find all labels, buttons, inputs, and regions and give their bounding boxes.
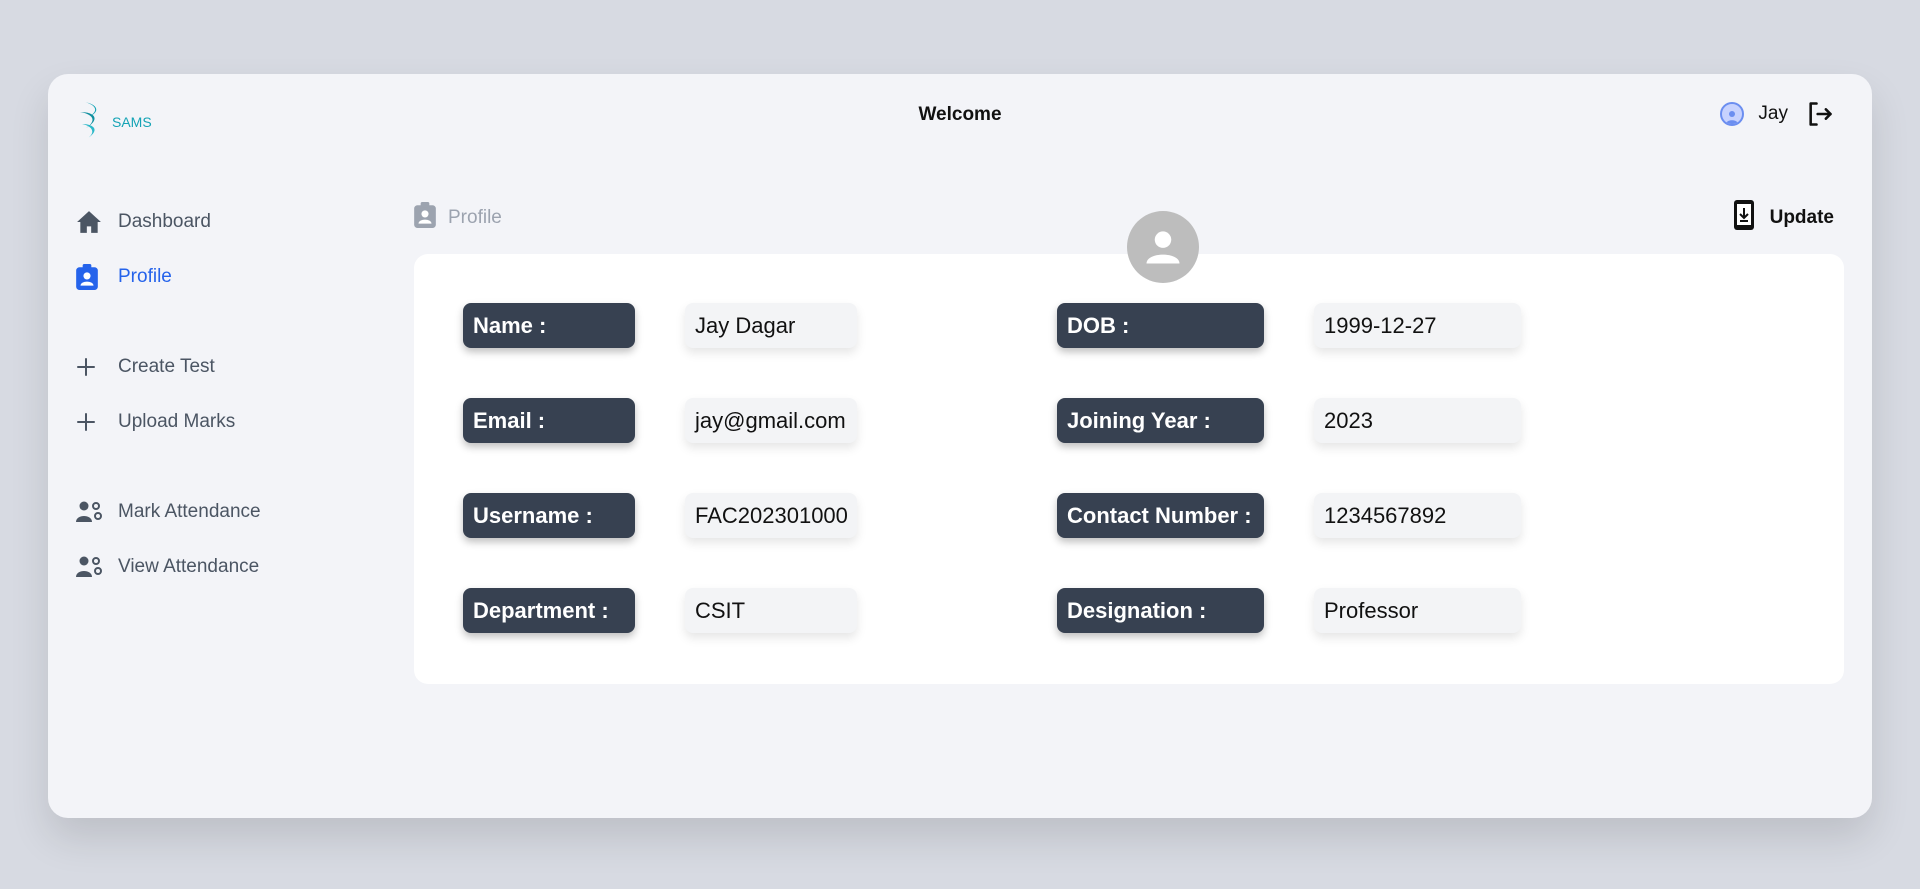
profile-badge-icon bbox=[74, 263, 118, 290]
user-name: Jay bbox=[1758, 103, 1788, 124]
home-icon bbox=[74, 210, 118, 234]
user-area: Jay bbox=[1720, 100, 1834, 128]
sidebar-item-dashboard[interactable]: Dashboard bbox=[74, 194, 374, 249]
sidebar-item-label: View Attendance bbox=[118, 555, 260, 577]
plus-icon bbox=[74, 412, 118, 432]
sidebar-item-create-test[interactable]: Create Test bbox=[74, 339, 374, 394]
users-gear-icon bbox=[74, 555, 118, 579]
sidebar-item-view-attendance[interactable]: View Attendance bbox=[74, 539, 374, 594]
field-label: Username : bbox=[463, 493, 635, 538]
dob-value: 1999-12-27 bbox=[1314, 303, 1521, 348]
sidebar-item-label: Mark Attendance bbox=[118, 500, 261, 522]
department-value: CSIT bbox=[685, 588, 857, 633]
field-label: Designation : bbox=[1057, 588, 1264, 633]
email-value: jay@gmail.com bbox=[685, 398, 857, 443]
contact-value: 1234567892 bbox=[1314, 493, 1521, 538]
app-window: SAMS Welcome Jay Dashboard Profile Creat… bbox=[48, 74, 1872, 818]
field-label: Email : bbox=[463, 398, 635, 443]
profile-avatar[interactable] bbox=[1127, 211, 1199, 283]
phone-download-icon bbox=[1733, 200, 1754, 236]
field-label: Department : bbox=[463, 588, 635, 633]
profile-row-joining-year: Joining Year : 2023 bbox=[1057, 398, 1521, 443]
username-value: FAC202301000 bbox=[685, 493, 857, 538]
profile-row-email: Email : jay@gmail.com bbox=[463, 398, 857, 443]
user-icon bbox=[1146, 231, 1180, 264]
profile-row-contact: Contact Number : 1234567892 bbox=[1057, 493, 1521, 538]
profile-row-designation: Designation : Professor bbox=[1057, 588, 1521, 633]
sidebar-item-label: Dashboard bbox=[118, 210, 211, 232]
breadcrumb-label: Profile bbox=[448, 207, 502, 228]
field-label: DOB : bbox=[1057, 303, 1264, 348]
breadcrumb: Profile bbox=[414, 198, 502, 238]
profile-badge-icon bbox=[414, 202, 436, 234]
sidebar-item-label: Profile bbox=[118, 265, 172, 287]
profile-row-username: Username : FAC202301000 bbox=[463, 493, 857, 538]
field-label: Joining Year : bbox=[1057, 398, 1264, 443]
name-value: Jay Dagar bbox=[685, 303, 857, 348]
joining-year-value: 2023 bbox=[1314, 398, 1521, 443]
profile-row-department: Department : CSIT bbox=[463, 588, 857, 633]
update-button[interactable]: Update bbox=[1733, 198, 1834, 238]
users-gear-icon bbox=[74, 500, 118, 524]
sidebar-item-label: Upload Marks bbox=[118, 410, 236, 432]
logout-icon[interactable] bbox=[1806, 100, 1834, 128]
designation-value: Professor bbox=[1314, 588, 1521, 633]
sidebar-item-upload-marks[interactable]: Upload Marks bbox=[74, 394, 374, 449]
sidebar-item-label: Create Test bbox=[118, 355, 215, 377]
update-label: Update bbox=[1769, 207, 1834, 228]
profile-row-name: Name : Jay Dagar bbox=[463, 303, 857, 348]
profile-card: Name : Jay Dagar Email : jay@gmail.com U… bbox=[414, 254, 1844, 684]
sidebar-item-profile[interactable]: Profile bbox=[74, 249, 374, 304]
sidebar: Dashboard Profile Create Test Upload Mar… bbox=[74, 194, 374, 594]
page-title: Welcome bbox=[918, 104, 1002, 125]
avatar[interactable] bbox=[1720, 102, 1745, 126]
profile-row-dob: DOB : 1999-12-27 bbox=[1057, 303, 1521, 348]
plus-icon bbox=[74, 357, 118, 377]
user-icon bbox=[1726, 111, 1739, 124]
sidebar-item-mark-attendance[interactable]: Mark Attendance bbox=[74, 484, 374, 539]
field-label: Name : bbox=[463, 303, 635, 348]
field-label: Contact Number : bbox=[1057, 493, 1264, 538]
